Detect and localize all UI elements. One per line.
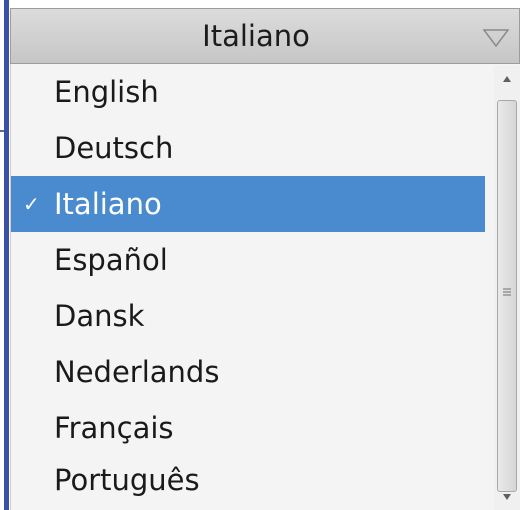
list-item-label: English bbox=[54, 75, 159, 109]
list-item-espanol[interactable]: Español bbox=[11, 232, 485, 288]
list-item-label: Português bbox=[54, 463, 200, 497]
dropdown-selected-value: Italiano bbox=[202, 19, 310, 53]
checkmark-icon: ✓ bbox=[23, 192, 40, 216]
grip-icon bbox=[503, 288, 511, 296]
list-item-english[interactable]: English bbox=[11, 64, 485, 120]
language-dropdown[interactable]: Italiano bbox=[10, 8, 520, 64]
list-item-label: Dansk bbox=[54, 299, 145, 333]
list-item-label: Español bbox=[54, 243, 168, 277]
list-item-deutsch[interactable]: Deutsch bbox=[11, 120, 485, 176]
list-item-portugues[interactable]: Português bbox=[11, 452, 485, 508]
language-selector-window: Italiano English Deutsch ✓ Italiano Espa… bbox=[0, 0, 525, 510]
list-scrollbar[interactable] bbox=[494, 66, 520, 510]
window-left-edge bbox=[0, 0, 10, 510]
scroll-up-button[interactable] bbox=[494, 68, 520, 90]
list-item-label: Nederlands bbox=[54, 355, 220, 389]
caret-down-icon bbox=[503, 494, 511, 500]
list-item-label: Deutsch bbox=[54, 131, 174, 165]
chevron-down-icon[interactable] bbox=[481, 27, 511, 49]
list-item-dansk[interactable]: Dansk bbox=[11, 288, 485, 344]
scroll-thumb[interactable] bbox=[497, 100, 517, 492]
list-item-nederlands[interactable]: Nederlands bbox=[11, 344, 485, 400]
scroll-down-button[interactable] bbox=[494, 486, 520, 508]
caret-up-icon bbox=[503, 76, 511, 82]
list-item-italiano[interactable]: ✓ Italiano bbox=[11, 176, 485, 232]
list-item-label: Français bbox=[54, 411, 174, 445]
left-border-line bbox=[4, 0, 9, 510]
list-item-francais[interactable]: Français bbox=[11, 400, 485, 456]
left-edge-tick bbox=[0, 130, 4, 132]
